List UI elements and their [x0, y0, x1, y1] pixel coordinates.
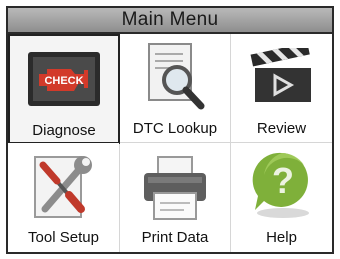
question-bubble-icon: ?: [252, 152, 309, 218]
check-engine-icon: CHECK: [28, 52, 100, 106]
menu-item-review[interactable]: Review: [231, 34, 332, 142]
menu-item-label: DTC Lookup: [132, 120, 218, 137]
menu-item-label: Review: [256, 120, 307, 137]
wrench-screwdriver-icon: [33, 156, 92, 218]
menu-item-print-data[interactable]: Print Data: [120, 143, 230, 252]
title-bar: Main Menu: [6, 6, 334, 34]
menu-item-label: Print Data: [141, 229, 209, 246]
menu-item-label: Tool Setup: [28, 229, 99, 246]
menu-item-tool-setup[interactable]: Tool Setup: [8, 143, 119, 252]
printer-icon: [144, 156, 206, 220]
menu-item-help[interactable]: ? Help: [231, 143, 332, 252]
menu-item-diagnose[interactable]: CHECK Diagnose: [8, 34, 120, 144]
question-mark-glyph: ?: [272, 160, 294, 201]
page-title: Main Menu: [121, 9, 219, 30]
menu-item-label: Diagnose: [32, 122, 96, 139]
main-menu-screen: Main Menu CHECK Diagnose DTC Lookup Revi…: [0, 0, 340, 259]
menu-grid: CHECK Diagnose DTC Lookup Review Tool Se…: [6, 34, 334, 254]
clapperboard-icon: [250, 48, 311, 102]
menu-item-label: Help: [266, 229, 297, 246]
document-magnifier-icon: [148, 43, 205, 110]
check-engine-text: CHECK: [44, 75, 83, 87]
menu-item-dtc-lookup[interactable]: DTC Lookup: [120, 34, 230, 142]
